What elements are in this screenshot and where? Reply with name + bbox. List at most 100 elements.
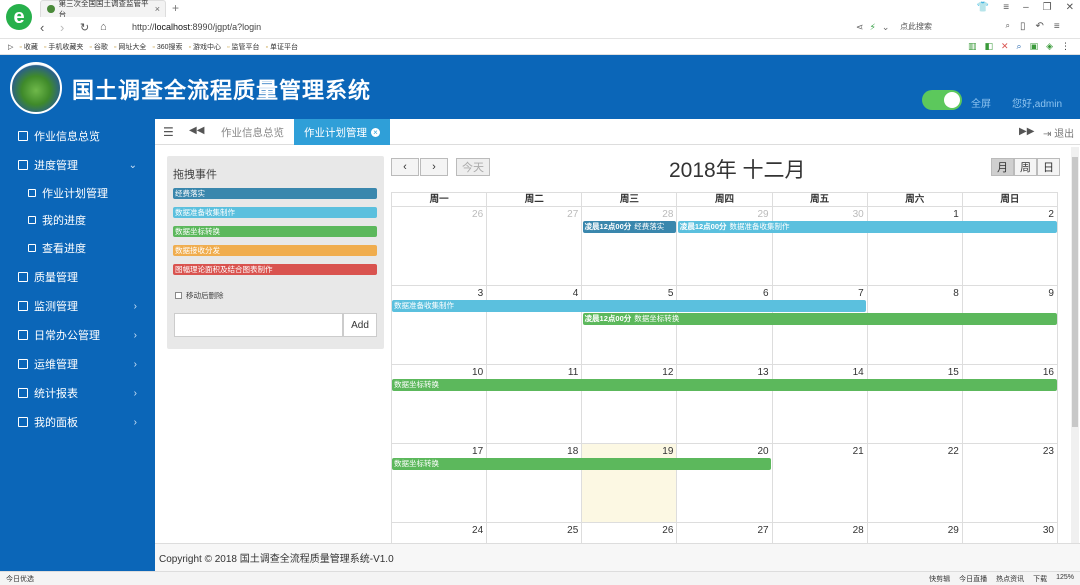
calendar-day[interactable]: 8 — [868, 286, 963, 364]
tab-overview[interactable]: 作业信息总览 — [211, 119, 294, 145]
bookmark-toggle-icon[interactable]: ▷ — [8, 43, 13, 51]
calendar-day[interactable]: 20 — [677, 444, 773, 522]
draggable-event[interactable]: 图幅理论面积及结合图表制作 — [173, 264, 377, 275]
tab-plan-management[interactable]: 作业计划管理 × — [294, 119, 390, 145]
sidebar-item-reports[interactable]: 统计报表 › — [0, 379, 155, 407]
sidebar-item-progress-management[interactable]: 进度管理 ⌄ — [0, 151, 155, 179]
zoom-level[interactable]: 125% — [1056, 574, 1074, 584]
bookmark-item[interactable]: 谷歌 — [89, 42, 108, 52]
bookmark-item[interactable]: 360搜索 — [152, 42, 183, 52]
calendar-day[interactable]: 22 — [868, 444, 963, 522]
calendar-event[interactable]: 凌晨12点00分 经费落实 — [582, 221, 676, 233]
sidebar-item-office[interactable]: 日常办公管理 › — [0, 321, 155, 349]
status-left-text[interactable]: 今日优选 — [6, 574, 34, 584]
status-item[interactable]: 快剪辑 — [929, 574, 950, 584]
calendar-day[interactable]: 28 — [582, 207, 678, 285]
sidebar-item-monitoring[interactable]: 监测管理 › — [0, 292, 155, 320]
close-tab-icon[interactable]: × — [371, 127, 380, 137]
bookmark-item[interactable]: 收藏 — [19, 42, 38, 52]
share-icon[interactable]: ⋖ — [856, 22, 864, 33]
sidebar-item-overview[interactable]: 作业信息总览 — [0, 122, 155, 150]
sidebar-item-my-progress[interactable]: 我的进度 — [0, 206, 155, 234]
logout-button[interactable]: ⇥ 退出 — [1043, 125, 1074, 140]
device-icon[interactable]: ▯ — [1020, 21, 1026, 32]
extension-icon[interactable]: ⌕ — [1017, 41, 1022, 52]
menu-toggle-icon[interactable]: ☰ — [163, 125, 174, 139]
calendar-day[interactable]: 13 — [677, 365, 773, 443]
bookmark-item[interactable]: 监管平台 — [227, 42, 259, 52]
extension-icon[interactable]: ▥ — [968, 41, 977, 52]
today-button[interactable]: 今天 — [456, 158, 490, 176]
view-month-button[interactable]: 月 — [991, 158, 1014, 176]
extension-icon[interactable]: ⋮ — [1061, 41, 1070, 52]
calendar-day[interactable]: 6 — [677, 286, 773, 364]
reload-icon[interactable]: ↻ — [80, 21, 89, 34]
remove-after-drop-checkbox[interactable]: 移动后删除 — [175, 290, 224, 301]
draggable-event[interactable]: 数据坐标转换 — [173, 226, 377, 237]
extension-icon[interactable]: ◈ — [1046, 41, 1053, 52]
dropdown-icon[interactable]: ⌄ — [882, 22, 890, 33]
lightning-icon[interactable]: ⚡ — [870, 22, 876, 33]
draggable-event[interactable]: 数据接收分发 — [173, 245, 377, 256]
page-scrollbar[interactable] — [1071, 147, 1079, 543]
back-icon[interactable]: ‹ — [40, 20, 44, 35]
menu-icon[interactable]: ≡ — [1003, 2, 1009, 13]
menu-lines-icon[interactable]: ≡ — [1054, 21, 1060, 32]
calendar-day[interactable]: 27 — [487, 207, 583, 285]
calendar-day[interactable]: 23 — [963, 444, 1058, 522]
calendar-day[interactable]: 7 — [773, 286, 868, 364]
calendar-day[interactable]: 30 — [773, 207, 868, 285]
undo-icon[interactable]: ↶ — [1036, 21, 1044, 32]
calendar-day[interactable]: 12 — [582, 365, 678, 443]
sidebar-item-dashboard[interactable]: 我的面板 › — [0, 408, 155, 436]
calendar-day[interactable]: 15 — [868, 365, 963, 443]
calendar-day[interactable]: 26 — [392, 207, 488, 285]
draggable-event[interactable]: 经费落实 — [173, 188, 377, 199]
sidebar-item-plan-management[interactable]: 作业计划管理 — [0, 179, 155, 207]
calendar-event[interactable]: 数据坐标转换 — [392, 458, 772, 470]
new-tab-button[interactable]: + — [172, 1, 179, 15]
forward-icon[interactable]: › — [60, 20, 64, 35]
calendar-day[interactable]: 16 — [963, 365, 1058, 443]
sidebar-item-operations[interactable]: 运维管理 › — [0, 350, 155, 378]
calendar-day[interactable]: 17 — [392, 444, 488, 522]
calendar-day[interactable]: 18 — [487, 444, 583, 522]
close-window-icon[interactable]: ✕ — [1066, 2, 1074, 13]
calendar-day[interactable]: 1 — [868, 207, 963, 285]
home-icon[interactable]: ⌂ — [100, 21, 107, 33]
calendar-day[interactable]: 3 — [392, 286, 488, 364]
checkbox-box[interactable] — [175, 292, 182, 299]
calendar-day[interactable]: 14 — [773, 365, 868, 443]
extension-icon[interactable]: ✕ — [1001, 41, 1009, 52]
sidebar-item-view-progress[interactable]: 查看进度 — [0, 234, 155, 262]
status-item[interactable]: 今日直播 — [959, 574, 987, 584]
calendar-day[interactable]: 29 — [677, 207, 773, 285]
bookmark-item[interactable]: 游戏中心 — [189, 42, 221, 52]
next-month-button[interactable]: › — [420, 158, 448, 176]
new-event-input[interactable] — [174, 313, 343, 337]
extension-icon[interactable]: ◧ — [984, 41, 993, 52]
bookmark-item[interactable]: 手机收藏夹 — [44, 42, 83, 52]
calendar-event[interactable]: 数据坐标转换 — [392, 379, 1057, 391]
calendar-day[interactable]: 2 — [963, 207, 1058, 285]
calendar-day[interactable]: 5 — [582, 286, 678, 364]
tab-close-icon[interactable]: × — [155, 4, 160, 14]
tabs-back-icon[interactable]: ◀◀ — [189, 125, 204, 136]
address-bar[interactable]: http://localhost:8990/jgpt/a?login — [132, 22, 261, 32]
browser-search-input[interactable]: 点此搜索 ⌕ — [900, 21, 1010, 35]
calendar-event[interactable]: 凌晨12点00分 数据坐标转换 — [582, 313, 1057, 325]
calendar-day[interactable]: 9 — [963, 286, 1058, 364]
calendar-day-today[interactable]: 19 — [582, 444, 678, 522]
minimize-icon[interactable]: – — [1023, 2, 1029, 13]
browser-logo-icon[interactable]: e — [6, 4, 32, 30]
search-icon[interactable]: ⌕ — [1006, 21, 1010, 31]
calendar-day[interactable]: 10 — [392, 365, 488, 443]
calendar-event[interactable]: 数据准备收集制作 — [392, 300, 867, 312]
calendar-day[interactable]: 21 — [773, 444, 868, 522]
sidebar-item-quality[interactable]: 质量管理 — [0, 263, 155, 291]
tabs-forward-icon[interactable]: ▶▶ — [1019, 126, 1034, 137]
extension-icon[interactable]: ▣ — [1030, 41, 1039, 52]
scrollbar-thumb[interactable] — [1072, 157, 1078, 427]
draggable-event[interactable]: 数据准备收集制作 — [173, 207, 377, 218]
prev-month-button[interactable]: ‹ — [391, 158, 419, 176]
